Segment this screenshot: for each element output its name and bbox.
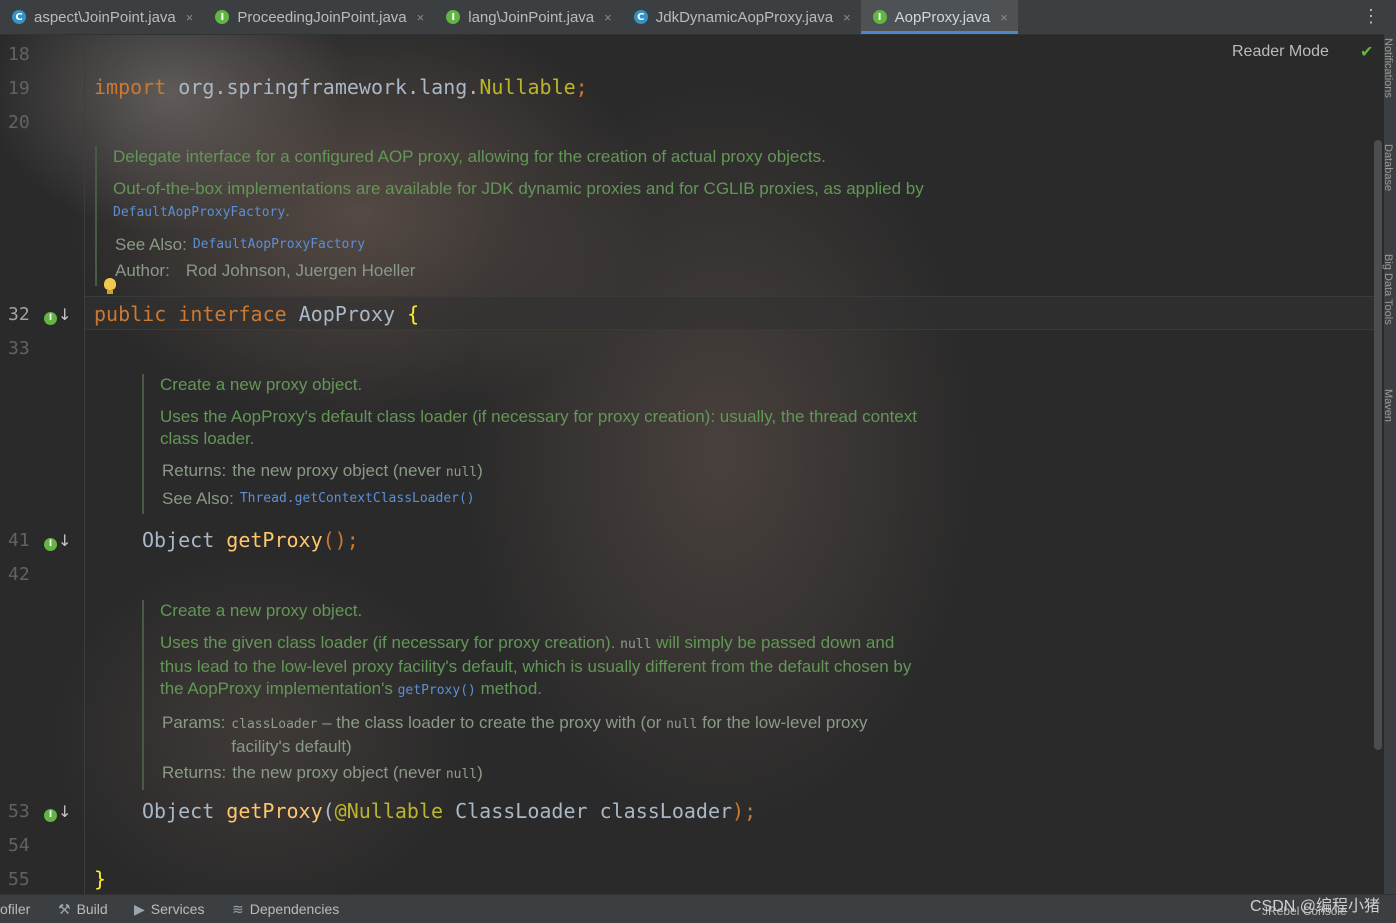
bottom-tool-bar: ofiler ⚒ Build ▶ Services ≋ Dependencies JR… xyxy=(0,894,1396,923)
tool-dependencies[interactable]: ≋ Dependencies xyxy=(232,901,339,918)
method-javadoc: Create a new proxy object. Uses the AopP… xyxy=(142,374,940,514)
implemented-marker-icon[interactable]: I ↓ xyxy=(44,531,71,551)
doc-paragraph: Uses the given class loader (if necessar… xyxy=(160,633,912,698)
line-number: 32 xyxy=(8,304,30,325)
class-icon: C xyxy=(12,10,26,24)
tab-label: lang\JoinPoint.java xyxy=(468,8,595,26)
reader-mode-toggle[interactable]: Reader Mode xyxy=(1232,43,1329,61)
doc-link[interactable]: getProxy() xyxy=(398,683,476,698)
tool-window-big-data-tools[interactable]: Big Data Tools xyxy=(1382,254,1394,325)
line-number: 18 xyxy=(8,44,30,65)
close-icon[interactable]: × xyxy=(186,10,194,25)
code-line-method-getproxy-classloader[interactable]: Object getProxy(@Nullable ClassLoader cl… xyxy=(142,799,756,823)
code-line-close-brace[interactable]: } xyxy=(94,867,106,891)
code-line-method-getproxy[interactable]: Object getProxy(); xyxy=(142,528,359,552)
line-number: 41 xyxy=(8,530,30,551)
interface-icon: I xyxy=(872,10,887,24)
close-icon[interactable]: × xyxy=(1000,10,1008,25)
doc-paragraph: Create a new proxy object. xyxy=(160,375,363,394)
implemented-marker-icon[interactable]: I ↓ xyxy=(44,802,71,822)
line-number: 33 xyxy=(8,338,30,359)
gutter-divider xyxy=(84,34,85,894)
class-icon: C xyxy=(633,10,648,24)
more-tabs-icon[interactable]: ⋮ xyxy=(1362,6,1380,27)
close-icon[interactable]: × xyxy=(417,10,425,25)
hammer-icon: ⚒ xyxy=(58,901,71,917)
interface-icon: I xyxy=(446,10,461,24)
right-tool-strip: Notifications Database Big Data Tools Ma… xyxy=(1382,34,1396,894)
layers-icon: ≋ xyxy=(232,901,244,917)
doc-returns: Returns: the new proxy object (never null… xyxy=(162,461,483,480)
doc-paragraph: Out-of-the-box implementations are avail… xyxy=(113,179,924,220)
doc-link[interactable]: Thread.getContextClassLoader() xyxy=(240,488,475,510)
services-icon: ▶ xyxy=(134,901,145,917)
tab-aspect-joinpoint[interactable]: C aspect\JoinPoint.java × xyxy=(0,0,203,34)
doc-params: Params: classLoader – the class loader to… xyxy=(162,713,868,756)
vertical-scrollbar[interactable] xyxy=(1374,140,1382,750)
watermark: CSDN @编程小猪 xyxy=(1249,898,1380,915)
code-line-import[interactable]: import org.springframework.lang.Nullable… xyxy=(94,75,588,99)
tool-window-database[interactable]: Database xyxy=(1382,144,1394,191)
tab-label: JdkDynamicAopProxy.java xyxy=(655,8,834,26)
doc-see-also: See Also: DefaultAopProxyFactory xyxy=(115,234,366,256)
line-number: 55 xyxy=(8,869,30,890)
tool-window-notifications[interactable]: Notifications xyxy=(1382,38,1394,98)
doc-link[interactable]: DefaultAopProxyFactory xyxy=(113,205,285,220)
tool-profiler[interactable]: ofiler xyxy=(0,901,30,917)
close-icon[interactable]: × xyxy=(604,10,612,25)
line-number: 20 xyxy=(8,112,30,133)
code-line-interface[interactable]: public interface AopProxy { xyxy=(94,302,419,326)
tool-window-maven[interactable]: Maven xyxy=(1382,389,1394,422)
doc-returns: Returns: the new proxy object (never null… xyxy=(162,763,483,782)
tab-proceeding-joinpoint[interactable]: I ProceedingJoinPoint.java × xyxy=(203,0,434,34)
doc-paragraph: Uses the AopProxy's default class loader… xyxy=(160,407,917,448)
doc-link[interactable]: DefaultAopProxyFactory xyxy=(193,234,365,256)
method-javadoc: Create a new proxy object. Uses the give… xyxy=(142,600,930,790)
line-number: 53 xyxy=(8,801,30,822)
tab-jdk-dynamic-aop-proxy[interactable]: C JdkDynamicAopProxy.java × xyxy=(622,0,861,34)
doc-paragraph: Delegate interface for a configured AOP … xyxy=(113,147,826,166)
line-number: 19 xyxy=(8,78,30,99)
inspection-ok-icon[interactable]: ✔ xyxy=(1360,42,1373,62)
line-number: 42 xyxy=(8,564,30,585)
implemented-marker-icon[interactable]: I ↓ xyxy=(44,305,71,325)
lightbulb-icon[interactable] xyxy=(104,278,116,294)
tab-lang-joinpoint[interactable]: I lang\JoinPoint.java × xyxy=(434,0,622,34)
tab-label: ProceedingJoinPoint.java xyxy=(237,8,407,26)
doc-author: Author: Rod Johnson, Juergen Hoeller xyxy=(115,261,416,280)
tab-aop-proxy[interactable]: I AopProxy.java × xyxy=(860,0,1019,34)
tab-label: AopProxy.java xyxy=(894,8,991,26)
interface-icon: I xyxy=(215,10,230,24)
line-number: 54 xyxy=(8,835,30,856)
tool-build[interactable]: ⚒ Build xyxy=(58,901,108,918)
tool-services[interactable]: ▶ Services xyxy=(134,901,204,918)
class-javadoc: Delegate interface for a configured AOP … xyxy=(95,146,933,286)
close-icon[interactable]: × xyxy=(843,10,851,25)
doc-see-also: See Also: Thread.getContextClassLoader() xyxy=(162,488,475,510)
tab-label: aspect\JoinPoint.java xyxy=(34,8,176,26)
editor-tab-bar: C aspect\JoinPoint.java × I ProceedingJo… xyxy=(0,0,1396,35)
doc-paragraph: Create a new proxy object. xyxy=(160,601,363,620)
